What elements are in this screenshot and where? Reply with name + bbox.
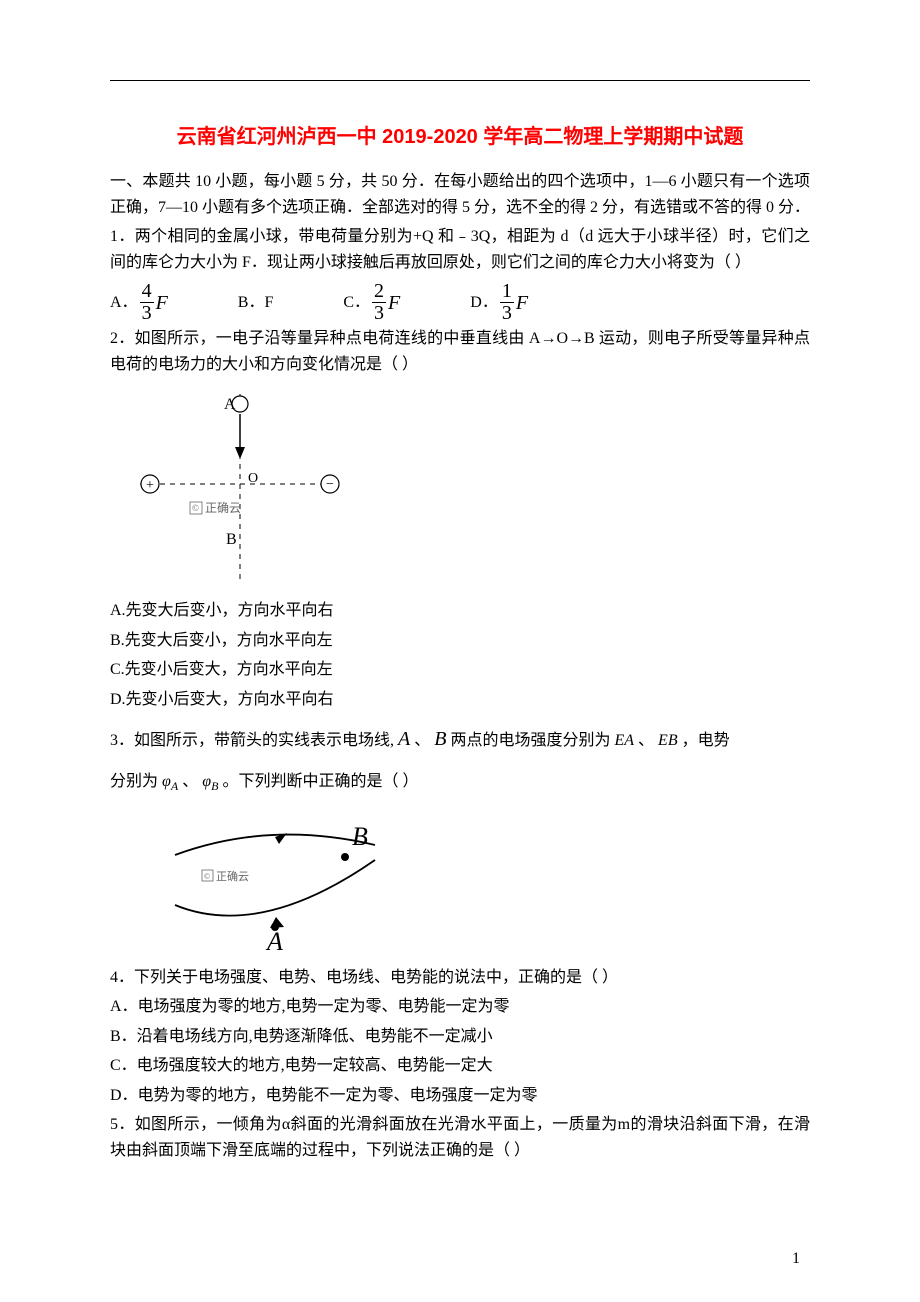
q1-option-d: D． 1 3 F bbox=[470, 281, 528, 324]
q3-stem-d: ，电势 bbox=[682, 732, 730, 749]
q1-c-f: F bbox=[388, 287, 400, 319]
q3-stem-c: 、 bbox=[638, 732, 658, 749]
q1-option-d-label: D． bbox=[470, 290, 498, 316]
q3-phi-b: φ bbox=[202, 773, 211, 790]
q2-diagram: A O + − © 正确云 B bbox=[130, 384, 810, 593]
q1-a-numerator: 4 bbox=[140, 281, 154, 303]
q1-stem: 1．两个相同的金属小球，带电荷量分别为+Q 和﹣3Q，相距为 d（d 远大于小球… bbox=[110, 224, 810, 275]
q3-stem-mid: 、 bbox=[414, 732, 430, 749]
q1-option-c-label: C． bbox=[343, 290, 370, 316]
q1-option-c-fraction: 2 3 bbox=[372, 281, 386, 324]
q2-option-a: A.先变大后变小，方向水平向右 bbox=[110, 598, 810, 624]
q5-stem: 5．如图所示，一倾角为α斜面的光滑斜面放在光滑水平面上，一质量为m的滑块沿斜面下… bbox=[110, 1112, 810, 1163]
q3-point-b: B bbox=[434, 728, 446, 750]
q3-watermark: 正确云 bbox=[216, 870, 249, 883]
q1-a-denominator: 3 bbox=[140, 303, 154, 324]
q2-plus-icon: + bbox=[146, 478, 154, 493]
q3-stem2-a: 分别为 bbox=[110, 773, 158, 790]
q1-d-numerator: 1 bbox=[500, 281, 514, 303]
q1-option-a-label: A． bbox=[110, 290, 138, 316]
top-horizontal-rule bbox=[110, 80, 810, 81]
q1-options-row: A． 4 3 F B．F C． 2 3 F D． 1 3 F bbox=[110, 281, 810, 324]
q3-eb: EB bbox=[658, 732, 678, 749]
q2-label-b: B bbox=[226, 531, 237, 548]
q4-option-b: B．沿着电场线方向,电势逐渐降低、电势能不一定减小 bbox=[110, 1024, 810, 1050]
q1-a-f: F bbox=[156, 287, 168, 319]
q2-label-o: O bbox=[248, 471, 258, 486]
q1-option-b: B．F bbox=[238, 290, 274, 316]
q2-option-b: B.先变大后变小，方向水平向左 bbox=[110, 628, 810, 654]
q3-diagram-label-b: B bbox=[352, 822, 368, 851]
q2-stem: 2．如图所示，一电子沿等量异种点电荷连线的中垂直线由 A→O→B 运动，则电子所… bbox=[110, 326, 810, 377]
q1-option-d-fraction: 1 3 bbox=[500, 281, 514, 324]
q3-phi-a: φ bbox=[162, 773, 171, 790]
q1-d-f: F bbox=[516, 287, 528, 319]
q4-option-d: D．电势为零的地方，电势能不一定为零、电场强度一定为零 bbox=[110, 1083, 810, 1109]
q1-d-denominator: 3 bbox=[500, 303, 514, 324]
q3-diagram-label-a: A bbox=[265, 927, 283, 950]
q2-option-c: C.先变小后变大，方向水平向左 bbox=[110, 657, 810, 683]
q4-stem: 4．下列关于电场强度、电势、电场线、电势能的说法中，正确的是（ ） bbox=[110, 965, 810, 991]
q3-point-a: A bbox=[398, 728, 410, 750]
page-number: 1 bbox=[792, 1246, 800, 1272]
q3-stem2-b: 。下列判断中正确的是（ ） bbox=[222, 773, 418, 790]
q3-diagram: B A © 正确云 bbox=[160, 810, 810, 959]
q1-option-b-label: B．F bbox=[238, 290, 274, 316]
q2-watermark: 正确云 bbox=[205, 501, 241, 515]
instructions: 一、本题共 10 小题，每小题 5 分，共 50 分．在每小题给出的四个选项中，… bbox=[110, 169, 810, 220]
q3-stem-b: 两点的电场强度分别为 bbox=[450, 732, 614, 749]
q3-phi-b-sub: B bbox=[211, 779, 218, 793]
q3-sep: 、 bbox=[182, 773, 198, 790]
q3-stem-a: 3．如图所示，带箭头的实线表示电场线, bbox=[110, 732, 394, 749]
q1-option-c: C． 2 3 F bbox=[343, 281, 400, 324]
exam-title: 云南省红河州泸西一中 2019-2020 学年高二物理上学期期中试题 bbox=[110, 121, 810, 153]
q3-phi-a-sub: A bbox=[171, 779, 178, 793]
q1-c-numerator: 2 bbox=[372, 281, 386, 303]
q4-option-a: A．电场强度为零的地方,电势一定为零、电势能一定为零 bbox=[110, 994, 810, 1020]
q1-option-a: A． 4 3 F bbox=[110, 281, 168, 324]
q1-c-denominator: 3 bbox=[372, 303, 386, 324]
svg-text:©: © bbox=[192, 503, 199, 513]
q3-ea: EA bbox=[614, 732, 634, 749]
q1-option-a-fraction: 4 3 bbox=[140, 281, 154, 324]
q3-stem-line2: 分别为 φA 、 φB 。下列判断中正确的是（ ） bbox=[110, 769, 810, 796]
svg-text:©: © bbox=[204, 872, 210, 881]
q2-option-d: D.先变小后变大，方向水平向右 bbox=[110, 687, 810, 713]
q3-stem-line1: 3．如图所示，带箭头的实线表示电场线, A 、 B 两点的电场强度分别为 EA … bbox=[110, 723, 810, 755]
q4-option-c: C．电场强度较大的地方,电势一定较高、电势能一定大 bbox=[110, 1053, 810, 1079]
q2-minus-icon: − bbox=[326, 477, 334, 492]
q2-label-a: A bbox=[224, 396, 236, 413]
